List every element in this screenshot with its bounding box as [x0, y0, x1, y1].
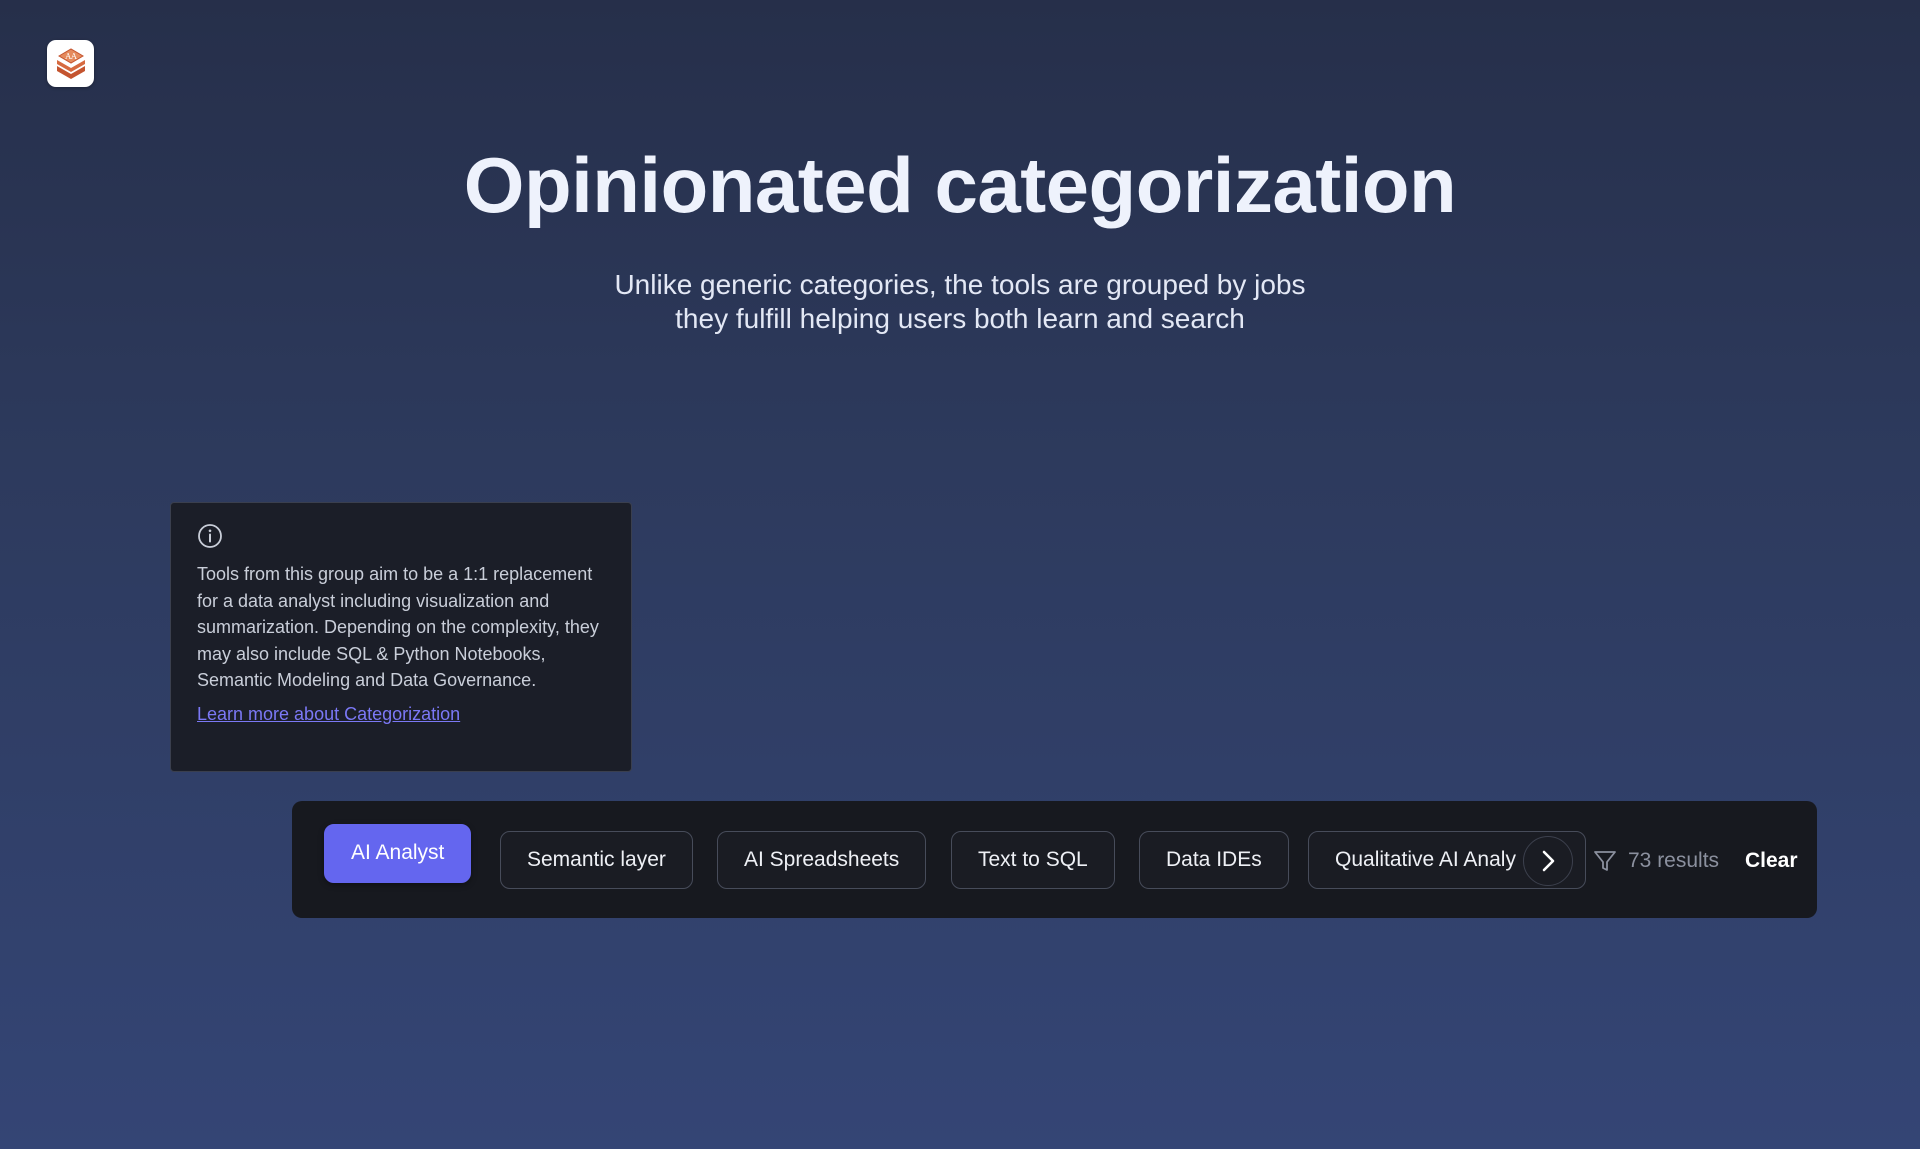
info-description: Tools from this group aim to be a 1:1 re… [197, 564, 599, 691]
results-label: 73 results [1628, 849, 1720, 872]
logo-monogram: AA [64, 52, 77, 61]
info-circle-icon [198, 524, 222, 548]
learn-more-link[interactable]: Learn more about Categorization [197, 704, 460, 725]
scroll-right-button[interactable] [1523, 836, 1573, 886]
chip-data-ides[interactable]: Data IDEs [1139, 831, 1289, 889]
filter-funnel-icon [1594, 851, 1616, 871]
chip-ai-spreadsheets[interactable]: AI Spreadsheets [717, 831, 927, 889]
category-chip-list: AI Analyst Semantic layer AI Spreadsheet… [292, 801, 1817, 918]
subtitle-line-1: Unlike generic categories, the tools are… [614, 269, 1306, 300]
logo[interactable]: AA [47, 40, 94, 87]
chip-ai-analyst[interactable]: AI Analyst [324, 824, 472, 883]
page-subtitle: Unlike generic categories, the tools are… [0, 268, 1920, 336]
chevron-right-icon [1542, 850, 1555, 872]
page-title: Opinionated categorization [463, 141, 1457, 229]
books-stack-logo-icon: AA [56, 47, 85, 79]
results-count: 73 results [1592, 845, 1719, 877]
category-filter-bar: AI Analyst Semantic layer AI Spreadsheet… [292, 801, 1817, 918]
subtitle-line-2: they fulfill helping users both learn an… [675, 303, 1245, 334]
category-info-tooltip: Tools from this group aim to be a 1:1 re… [170, 502, 632, 772]
chip-text-to-sql[interactable]: Text to SQL [951, 831, 1115, 889]
clear-filters-button[interactable]: Clear [1745, 845, 1798, 877]
chip-semantic-layer[interactable]: Semantic layer [500, 831, 693, 889]
